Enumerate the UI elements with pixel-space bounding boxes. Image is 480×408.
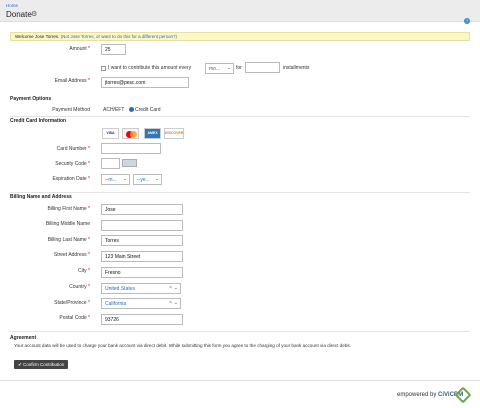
last-name-input[interactable]: Torres: [101, 235, 183, 246]
welcome-text: Welcome Jose Torres.: [15, 34, 60, 39]
payment-options-heading: Payment Options: [10, 96, 52, 102]
powered-label: empowered by: [397, 392, 437, 398]
agreement-heading: Agreement: [10, 335, 37, 341]
page-title: Donate: [6, 10, 32, 19]
email-label: Email Address *: [54, 78, 90, 84]
credit-card-option-label[interactable]: Credit Card: [135, 107, 161, 113]
not-user-link[interactable]: (Not Jose Torres, or want to do this for…: [61, 34, 177, 39]
payment-method-label: Payment Method: [52, 107, 90, 113]
chevron-down-icon: ⌄: [226, 65, 231, 71]
agreement-text: Your account data will be used to charge…: [14, 343, 351, 348]
installments-checkbox[interactable]: [101, 66, 106, 71]
chevron-down-icon: ⌄: [173, 300, 178, 306]
billing-heading: Billing Name and Address: [10, 194, 72, 200]
mastercard-icon: [122, 128, 139, 139]
country-value: United States: [105, 286, 136, 292]
confirm-contribution-button[interactable]: ✔ Confirm Contribution: [14, 360, 69, 369]
frequency-unit-value: mo...: [209, 66, 221, 72]
card-number-label: Card Number *: [56, 146, 90, 152]
page-header: Home Donate ⚙: [0, 0, 480, 22]
welcome-notice: Welcome Jose Torres. (Not Jose Torres, o…: [10, 32, 470, 41]
state-select[interactable]: California × ⌄: [101, 298, 181, 309]
amount-label: Amount *: [69, 46, 90, 52]
security-code-label: Security Code *: [55, 161, 90, 167]
frequency-unit-select[interactable]: mo... ⌄: [205, 63, 234, 74]
city-label: City *: [78, 268, 90, 274]
powered-by-text: empowered by CiViCRM: [397, 392, 463, 398]
ach-label: ACH/EFT: [103, 107, 125, 113]
discover-icon: DISCOVER: [164, 128, 184, 139]
exp-month-select[interactable]: --m... ⌄: [101, 174, 130, 185]
postal-code-input[interactable]: 93726: [101, 314, 183, 325]
clear-icon[interactable]: ×: [169, 285, 172, 291]
state-value: California: [105, 301, 127, 307]
first-name-input[interactable]: Jose: [101, 204, 183, 215]
help-icon[interactable]: ?: [464, 18, 470, 24]
chevron-down-icon: ⌄: [173, 285, 178, 291]
divider: [10, 192, 470, 193]
chevron-down-icon: ⌄: [154, 176, 159, 182]
postal-code-label: Postal Code *: [59, 315, 90, 321]
exp-year-value: --ye...: [137, 177, 150, 183]
check-icon: ✔: [18, 362, 22, 367]
chevron-down-icon: ⌄: [122, 176, 127, 182]
city-input[interactable]: Fresno: [101, 267, 183, 278]
middle-name-input[interactable]: [101, 220, 183, 231]
amex-icon: AMEX: [144, 128, 161, 139]
payment-method-achefT[interactable]: ACH/EFT: [103, 107, 124, 113]
gear-icon[interactable]: ⚙: [31, 10, 37, 18]
state-label: State/Province *: [54, 300, 90, 306]
security-code-input[interactable]: [101, 158, 120, 169]
divider: [10, 116, 470, 117]
divider: [10, 331, 470, 332]
installments-suffix: installments: [283, 65, 310, 71]
for-label: for: [236, 65, 242, 71]
email-input[interactable]: jtorres@pesc.com: [101, 77, 189, 88]
card-back-icon: [122, 159, 137, 167]
clear-icon[interactable]: ×: [169, 300, 172, 306]
installments-count-input[interactable]: [245, 62, 280, 73]
breadcrumb-home[interactable]: Home: [6, 3, 18, 8]
middle-name-label: Billing Middle Name: [45, 221, 90, 227]
amount-input[interactable]: 25: [101, 44, 126, 55]
expiration-date-label: Expiration Date *: [52, 176, 90, 182]
country-label: Country *: [69, 284, 90, 290]
visa-icon: VISA: [102, 128, 119, 139]
confirm-button-label: Confirm Contribution: [23, 362, 65, 367]
card-number-input[interactable]: [101, 143, 161, 154]
exp-month-value: --m...: [105, 177, 117, 183]
credit-card-heading: Credit Card Information: [10, 118, 67, 124]
first-name-label: Billing First Name *: [47, 206, 90, 212]
installments-prefix: I want to contribute this amount every: [108, 65, 192, 71]
street-address-label: Street Address *: [53, 252, 90, 258]
last-name-label: Billing Last Name *: [47, 237, 90, 243]
credit-card-radio[interactable]: [129, 107, 134, 112]
exp-year-select[interactable]: --ye... ⌄: [133, 174, 162, 185]
country-select[interactable]: United States × ⌄: [101, 283, 181, 294]
street-address-input[interactable]: 123 Main Street: [101, 251, 183, 262]
